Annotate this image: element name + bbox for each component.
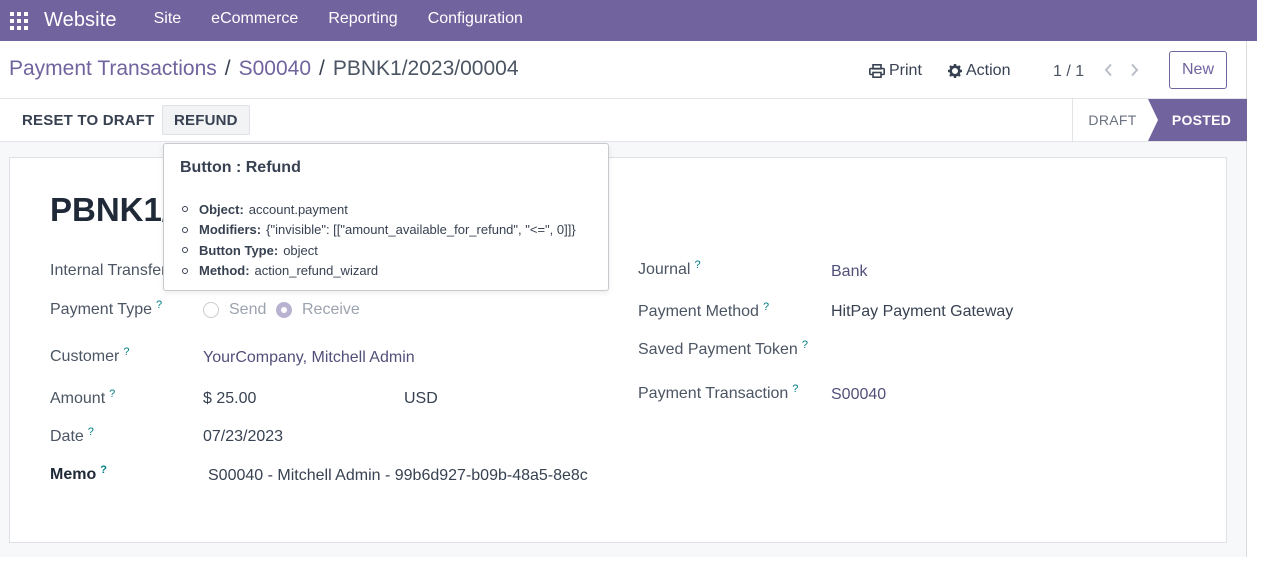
- help-icon[interactable]: ?: [792, 383, 798, 395]
- stage-posted[interactable]: POSTED: [1148, 99, 1247, 141]
- customer-label-text: Customer: [50, 348, 120, 365]
- nav-item-site[interactable]: Site: [139, 0, 197, 41]
- chevron-left-icon[interactable]: [1101, 61, 1115, 79]
- saved-payment-token-label-text: Saved Payment Token: [638, 341, 798, 358]
- gear-icon: [948, 64, 962, 78]
- tooltip-value: account.payment: [248, 201, 348, 217]
- payment-method-field[interactable]: HitPay Payment Gateway: [831, 303, 1013, 321]
- tooltip-row-button-type: Button Type: object: [182, 240, 576, 261]
- internal-transfer-label-text: Internal Transfer: [50, 262, 167, 279]
- payment-type-label-text: Payment Type: [50, 301, 152, 318]
- tooltip-value: object: [283, 242, 318, 258]
- currency-field[interactable]: USD: [404, 390, 438, 408]
- status-bar: RESET TO DRAFT REFUND DRAFT POSTED: [0, 99, 1247, 142]
- help-icon[interactable]: ?: [109, 388, 115, 400]
- tooltip-row-object: Object: account.payment: [182, 199, 576, 220]
- tooltip-value: {"invisible": [["amount_available_for_re…: [266, 222, 576, 238]
- date-label-text: Date: [50, 428, 84, 445]
- control-panel: Payment Transactions / S00040 / PBNK1/2023/0…: [0, 41, 1246, 99]
- print-icon: [869, 64, 885, 78]
- pager-value[interactable]: 1 / 1: [1053, 63, 1084, 81]
- amount-label-text: Amount: [50, 390, 106, 407]
- tooltip-value: action_refund_wizard: [254, 263, 379, 279]
- help-icon[interactable]: ?: [88, 426, 94, 438]
- top-navbar: Website Site eCommerce Reporting Configu…: [0, 0, 1257, 41]
- payment-type-receive-radio[interactable]: Receive: [276, 301, 360, 319]
- reset-to-draft-button[interactable]: RESET TO DRAFT: [11, 105, 166, 135]
- amount-field[interactable]: $ 25.00: [203, 390, 256, 408]
- help-icon[interactable]: ?: [156, 299, 162, 311]
- record-title: PBNK1/2023/00004: [50, 191, 170, 228]
- help-icon[interactable]: ?: [694, 259, 700, 271]
- payment-transaction-field[interactable]: S00040: [831, 386, 886, 404]
- amount-label: Amount?: [50, 388, 115, 408]
- payment-type-receive-label: Receive: [302, 301, 360, 318]
- payment-type-send-radio[interactable]: Send: [203, 301, 266, 319]
- breadcrumb-current: PBNK1/2023/00004: [332, 57, 519, 80]
- journal-label: Journal?: [638, 259, 701, 279]
- help-icon[interactable]: ?: [802, 339, 808, 351]
- customer-label: Customer?: [50, 346, 129, 366]
- journal-label-text: Journal: [638, 261, 691, 278]
- tooltip-title: Button : Refund: [180, 159, 301, 176]
- radio-circle: [203, 302, 219, 318]
- chevron-right-icon[interactable]: [1127, 61, 1141, 79]
- breadcrumb: Payment Transactions / S00040 / PBNK1/2023/0…: [9, 57, 519, 81]
- nav-item-ecommerce[interactable]: eCommerce: [196, 0, 313, 41]
- radio-circle-checked: [276, 302, 292, 318]
- memo-label-text: Memo: [50, 466, 97, 483]
- breadcrumb-separator: /: [319, 57, 325, 80]
- help-icon[interactable]: ?: [100, 464, 107, 476]
- action-button[interactable]: Action: [948, 62, 1010, 80]
- app-brand[interactable]: Website: [44, 9, 117, 32]
- payment-transaction-label: Payment Transaction?: [638, 383, 798, 403]
- breadcrumb-separator: /: [224, 57, 231, 80]
- stage-draft[interactable]: DRAFT: [1072, 99, 1152, 141]
- payment-type-send-label: Send: [229, 301, 267, 318]
- apps-grid-icon[interactable]: [0, 0, 38, 41]
- print-label: Print: [889, 62, 922, 79]
- refund-button-tooltip: Button : Refund Object: account.payment M…: [163, 143, 609, 291]
- payment-method-label-text: Payment Method: [638, 303, 759, 320]
- saved-payment-token-label: Saved Payment Token?: [638, 339, 808, 359]
- payment-transaction-label-text: Payment Transaction: [638, 385, 789, 402]
- tooltip-key: Modifiers:: [199, 222, 262, 238]
- payment-type-label: Payment Type?: [50, 299, 162, 319]
- new-record-button[interactable]: New: [1169, 51, 1227, 89]
- breadcrumb-payment-transactions[interactable]: Payment Transactions: [9, 57, 217, 80]
- tooltip-list: Object: account.payment Modifiers: {"invis…: [182, 199, 576, 281]
- customer-field[interactable]: YourCompany, Mitchell Admin: [203, 349, 415, 367]
- tooltip-row-method: Method: action_refund_wizard: [182, 261, 576, 282]
- breadcrumb-order[interactable]: S00040: [239, 57, 311, 80]
- tooltip-key: Button Type:: [199, 242, 279, 258]
- payment-method-label: Payment Method?: [638, 301, 769, 321]
- tooltip-key: Object:: [199, 201, 244, 217]
- date-field[interactable]: 07/23/2023: [203, 428, 283, 446]
- help-icon[interactable]: ?: [123, 346, 129, 358]
- memo-field[interactable]: S00040 - Mitchell Admin - 99b6d927-b09b-…: [208, 467, 594, 485]
- date-label: Date?: [50, 426, 94, 446]
- action-label: Action: [966, 62, 1011, 79]
- memo-label: Memo?: [50, 464, 107, 484]
- nav-item-configuration[interactable]: Configuration: [413, 0, 538, 41]
- tooltip-row-modifiers: Modifiers: {"invisible": [["amount_availa…: [182, 220, 576, 241]
- internal-transfer-label: Internal Transfer?: [50, 260, 177, 280]
- scrollbar-track[interactable]: [1247, 41, 1262, 569]
- refund-button[interactable]: REFUND: [162, 105, 250, 135]
- journal-field[interactable]: Bank: [831, 263, 867, 281]
- print-button[interactable]: Print: [869, 62, 922, 80]
- nav-item-reporting[interactable]: Reporting: [313, 0, 412, 41]
- tooltip-key: Method:: [199, 263, 250, 279]
- help-icon[interactable]: ?: [763, 301, 769, 313]
